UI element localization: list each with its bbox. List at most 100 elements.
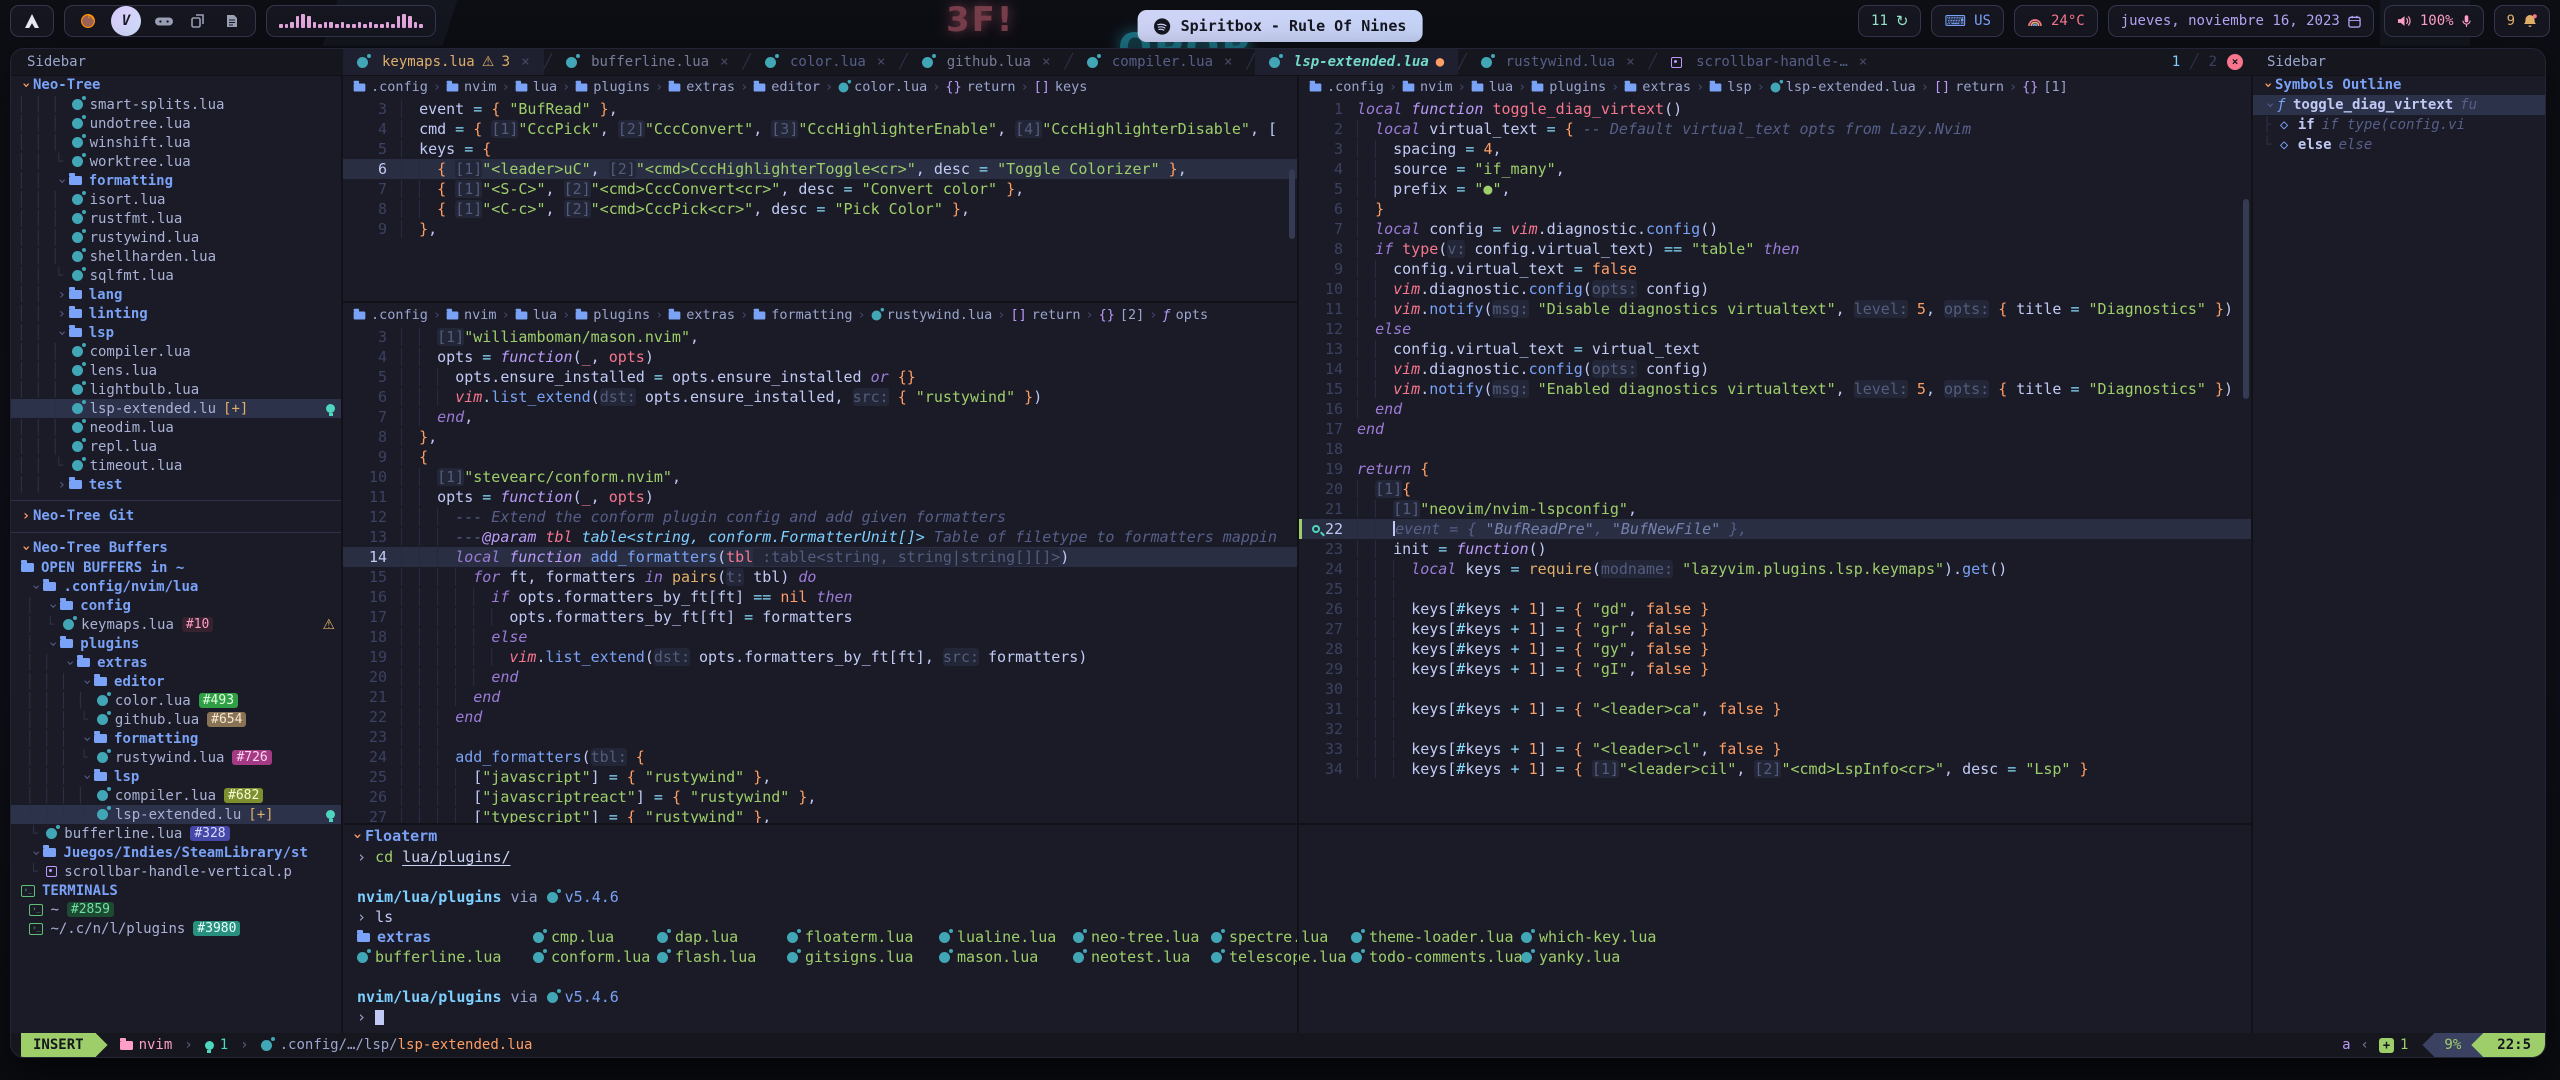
tree-item-sqlfmt-lua[interactable]: ▏ ▏ └ sqlfmt.lua xyxy=(11,266,341,285)
scrollbar-handle[interactable] xyxy=(1289,169,1295,239)
code-line-9[interactable]: 9▏ ▏ config.virtual_text = false xyxy=(1299,259,2255,279)
outline-item-toggle_diag_virtext[interactable]: ›ƒtoggle_diag_virtextfu xyxy=(2253,95,2545,115)
tab-color-lua[interactable]: color.lua× xyxy=(751,49,899,75)
tab-rustywind-lua[interactable]: rustywind.lua× xyxy=(1467,49,1649,75)
tab-bufferline-lua[interactable]: bufferline.lua× xyxy=(552,49,742,75)
widget-notifications[interactable]: 9 xyxy=(2494,5,2550,37)
tree-item-timeout-lua[interactable]: ▏ ▏ └ timeout.lua xyxy=(11,456,341,475)
split-divider[interactable] xyxy=(343,301,1297,303)
tree-item-smart-splits-lua[interactable]: ▏ ▏ ▏ smart-splits.lua xyxy=(11,95,341,114)
code-line-5[interactable]: 5▏ ▏ prefix = "●", xyxy=(1299,179,2255,199)
code-line-28[interactable]: 28▏ ▏ ▏ keys[#keys + 1] = { "gy", false … xyxy=(1299,639,2255,659)
tab-github-lua[interactable]: github.lua× xyxy=(908,49,1065,75)
workspace-switcher[interactable]: V xyxy=(64,5,256,37)
code-line-18[interactable]: 18▏ ▏ ▏ ▏ ▏ else xyxy=(343,627,1297,647)
now-playing-widget[interactable]: Spiritbox - Rule Of Nines xyxy=(1138,10,1423,42)
tree-item-linting[interactable]: ▏ ▏ ›linting xyxy=(11,304,341,323)
widget-date[interactable]: jueves, noviembre 16, 2023 xyxy=(2108,5,2374,37)
code-line-17[interactable]: 17end xyxy=(1299,419,2255,439)
code-line-27[interactable]: 27▏ ▏ ▏ ▏ ["typescript"] = { "rustywind"… xyxy=(343,807,1297,823)
tree-item-winshift-lua[interactable]: ▏ ▏ ▏ winshift.lua xyxy=(11,133,341,152)
code-line-33[interactable]: 33▏ ▏ ▏ keys[#keys + 1] = { "<leader>cl"… xyxy=(1299,739,2255,759)
code-line-26[interactable]: 26▏ ▏ ▏ ▏ ["javascriptreact"] = { "rusty… xyxy=(343,787,1297,807)
tree-item-config[interactable]: ▏ ›config xyxy=(11,596,341,615)
code-line-32[interactable]: 32▏ ▏ ▏ xyxy=(1299,719,2255,739)
copy-icon[interactable] xyxy=(187,10,209,32)
code-line-19[interactable]: 19▏ ▏ ▏ ▏ ▏ ▏ vim.list_extend(dst: opts.… xyxy=(343,647,1297,667)
tree-item-shellharden-lua[interactable]: ▏ ▏ ▏ shellharden.lua xyxy=(11,247,341,266)
code-line-29[interactable]: 29▏ ▏ ▏ keys[#keys + 1] = { "gI", false … xyxy=(1299,659,2255,679)
code-line-16[interactable]: 16▏ end xyxy=(1299,399,2255,419)
launcher-button[interactable] xyxy=(10,5,54,37)
code-line-11[interactable]: 11▏ ▏ vim.notify(msg: "Disable diagnosti… xyxy=(1299,299,2255,319)
vim-icon[interactable]: V xyxy=(111,6,141,36)
tree-section-neo-tree-buffers[interactable]: ›Neo-Tree Buffers xyxy=(11,538,341,558)
code-line-13[interactable]: 13▏ ▏ ▏ ---@param tbl table<string, conf… xyxy=(343,527,1297,547)
code-line-5[interactable]: 5▏ keys = { xyxy=(343,139,1297,159)
widget-updates[interactable]: 11↻ xyxy=(1858,5,1921,37)
gamepad-icon[interactable] xyxy=(153,10,175,32)
code-line-14[interactable]: 14▏ ▏ vim.diagnostic.config(opts: config… xyxy=(1299,359,2255,379)
widget-keyboard-layout[interactable]: ⌨US xyxy=(1931,5,2004,37)
code-line-25[interactable]: 25▏ ▏ ▏ ▏ ["javascript"] = { "rustywind"… xyxy=(343,767,1297,787)
tree-item-lsp-extended-lu[interactable]: ▏ ▏ ▏ └ lsp-extended.lu[+] xyxy=(11,805,341,824)
code-line-8[interactable]: 8▏ }, xyxy=(343,427,1297,447)
outline-item-if[interactable]: ├ ◇ifif type(config.vi xyxy=(2253,115,2545,135)
tree-item-extras[interactable]: ▏ ▏ ›extras xyxy=(11,653,341,672)
tree-item-keymaps-lua[interactable]: ▏ └ keymaps.lua#10⚠ xyxy=(11,615,341,634)
widget-volume[interactable]: 100% xyxy=(2384,5,2484,37)
tree-item-scrollbar-handle-vertical-p[interactable]: └ scrollbar-handle-vertical.p xyxy=(11,862,341,881)
outline-item-else[interactable]: └ ◇elseelse xyxy=(2253,135,2545,155)
firefox-icon[interactable] xyxy=(77,10,99,32)
tree-item-editor[interactable]: ▏ ▏ ▏ ›editor xyxy=(11,672,341,691)
tree-item-lsp[interactable]: ▏ ▏ ▏ ›lsp xyxy=(11,767,341,786)
code-line-6[interactable]: 6▏ ▏ ▏ vim.list_extend(dst: opts.ensure_… xyxy=(343,387,1297,407)
code-line-22[interactable]: 22▏ ▏ event = { "BufReadPre", "BufNewFil… xyxy=(1299,519,2255,539)
code-line-23[interactable]: 23▏ ▏ ▏ xyxy=(343,727,1297,747)
tree-item-bufferline-lua[interactable]: └ bufferline.lua#328 xyxy=(11,824,341,843)
tab-close-icon[interactable]: × xyxy=(521,54,529,70)
code-line-7[interactable]: 7▏ local config = vim.diagnostic.config(… xyxy=(1299,219,2255,239)
code-line-34[interactable]: 34▏ ▏ ▏ keys[#keys + 1] = { [1]"<leader>… xyxy=(1299,759,2255,779)
tree-item-~[interactable]: ›_~#2859 xyxy=(11,900,341,919)
tree-item-rustywind-lua[interactable]: ▏ ▏ ▏ rustywind.lua xyxy=(11,228,341,247)
tab-compiler-lua[interactable]: compiler.lua× xyxy=(1073,49,1247,75)
tab-keymaps-lua[interactable]: keymaps.lua⚠3× xyxy=(343,49,544,75)
tab-close-icon[interactable]: × xyxy=(1859,54,1867,70)
code-line-30[interactable]: 30▏ ▏ ▏ xyxy=(1299,679,2255,699)
tree-item-worktree-lua[interactable]: ▏ ▏ └ worktree.lua xyxy=(11,152,341,171)
tree-item-lsp[interactable]: ▏ ▏ ›lsp xyxy=(11,323,341,342)
split-divider[interactable] xyxy=(1297,75,1299,1033)
split-divider[interactable] xyxy=(2251,75,2253,1033)
tree-item-lsp-extended-lu[interactable]: ▏ ▏ ▏ lsp-extended.lu[+] xyxy=(11,399,341,418)
code-line-25[interactable]: 25▏ ▏ ▏ xyxy=(1299,579,2255,599)
tree-section-neo-tree[interactable]: ›Neo-Tree xyxy=(11,75,341,95)
code-line-15[interactable]: 15▏ ▏ vim.notify(msg: "Enabled diagnosti… xyxy=(1299,379,2255,399)
code-line-24[interactable]: 24▏ ▏ ▏ add_formatters(tbl: { xyxy=(343,747,1297,767)
document-icon[interactable] xyxy=(221,10,243,32)
code-line-7[interactable]: 7▏ ▏ { [1]"<S-C>", [2]"<cmd>CccConvert<c… xyxy=(343,179,1297,199)
code-line-20[interactable]: 20▏ ▏ ▏ ▏ ▏ end xyxy=(343,667,1297,687)
editor-pane-lsp-extended-lua[interactable]: .config›nvim›lua›plugins›extras›lsp›lsp-… xyxy=(1299,75,2255,823)
code-line-20[interactable]: 20▏ [1]{ xyxy=(1299,479,2255,499)
scrollbar-handle[interactable] xyxy=(2243,199,2249,399)
tree-item-color-lua[interactable]: ▏ ▏ ▏ ▏ color.lua#493 xyxy=(11,691,341,710)
code-line-21[interactable]: 21▏ ▏ ▏ ▏ end xyxy=(343,687,1297,707)
code-line-4[interactable]: 4▏ ▏ opts = function(_, opts) xyxy=(343,347,1297,367)
code-line-8[interactable]: 8▏ if type(v: config.virtual_text) == "t… xyxy=(1299,239,2255,259)
code-line-21[interactable]: 21▏ ▏ [1]"neovim/nvim-lspconfig", xyxy=(1299,499,2255,519)
tree-item-compiler-lua[interactable]: ▏ ▏ ▏ compiler.lua xyxy=(11,342,341,361)
tree-item-compiler-lua[interactable]: ▏ ▏ ▏ ▏ compiler.lua#682 xyxy=(11,786,341,805)
code-line-10[interactable]: 10▏ ▏ vim.diagnostic.config(opts: config… xyxy=(1299,279,2255,299)
code-line-31[interactable]: 31▏ ▏ ▏ keys[#keys + 1] = { "<leader>ca"… xyxy=(1299,699,2255,719)
code-line-27[interactable]: 27▏ ▏ ▏ keys[#keys + 1] = { "gr", false … xyxy=(1299,619,2255,639)
tab-scrollbar-handle-[interactable]: scrollbar-handle-…× xyxy=(1657,49,1881,75)
tree-item-juegos-indies-steamlibrary-st[interactable]: ›Juegos/Indies/SteamLibrary/st xyxy=(11,843,341,862)
tree-item-isort-lua[interactable]: ▏ ▏ ▏ isort.lua xyxy=(11,190,341,209)
editor-pane-rustywind-lua[interactable]: .config›nvim›lua›plugins›extras›formatti… xyxy=(343,303,1297,823)
tree-item-lens-lua[interactable]: ▏ ▏ ▏ lens.lua xyxy=(11,361,341,380)
tree-item-formatting[interactable]: ▏ ▏ ›formatting xyxy=(11,171,341,190)
tree-item-~-c-n-l-plugins[interactable]: ›_~/.c/n/l/plugins#3980 xyxy=(11,919,341,938)
code-line-24[interactable]: 24▏ ▏ ▏ local keys = require(modname: "l… xyxy=(1299,559,2255,579)
code-line-1[interactable]: 1local function toggle_diag_virtext() xyxy=(1299,99,2255,119)
